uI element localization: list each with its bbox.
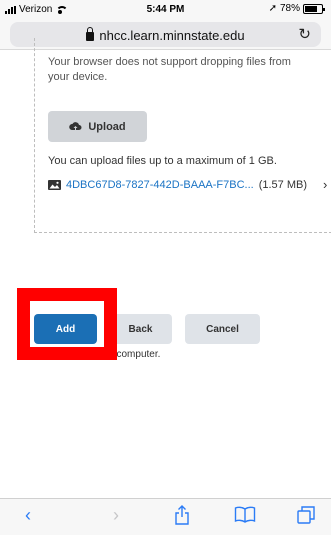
battery-icon	[303, 3, 325, 14]
status-bar: Verizon 5:44 PM ➚ 78%	[0, 0, 331, 20]
upload-button[interactable]: Upload	[48, 111, 147, 142]
upload-limit-text: You can upload files up to a maximum of …	[48, 155, 277, 167]
chevron-right-icon[interactable]: ›	[323, 177, 327, 192]
battery-percent: 78%	[279, 3, 300, 14]
status-right: ➚ 78%	[268, 3, 325, 14]
file-row[interactable]: 4DBC67D8-7827-442D-BAAA-F7BC... (1.57 MB…	[48, 179, 307, 191]
file-size: (1.57 MB)	[258, 179, 307, 191]
bookmarks-icon[interactable]	[233, 505, 257, 527]
upload-instructions-text: pload files fro your computer.	[32, 349, 161, 360]
cancel-button[interactable]: Cancel	[185, 314, 260, 344]
cloud-upload-icon	[69, 122, 82, 131]
back-chevron-icon[interactable]: ‹	[16, 505, 40, 527]
upload-button-label: Upload	[88, 120, 126, 133]
back-button[interactable]: Back	[109, 314, 172, 344]
file-name-link[interactable]: 4DBC67D8-7827-442D-BAAA-F7BC...	[66, 179, 254, 191]
battery-fill	[305, 5, 317, 12]
location-arrow-icon: ➚	[268, 3, 277, 14]
tabs-icon[interactable]	[294, 505, 318, 527]
forward-chevron-icon[interactable]: ›	[104, 505, 128, 527]
bottom-toolbar: ‹ ›	[0, 498, 331, 535]
add-button[interactable]: Add	[34, 314, 97, 344]
dropzone-unsupported-text: Your browser does not support dropping f…	[48, 56, 291, 83]
image-file-icon	[48, 180, 61, 190]
share-icon[interactable]	[170, 505, 194, 527]
